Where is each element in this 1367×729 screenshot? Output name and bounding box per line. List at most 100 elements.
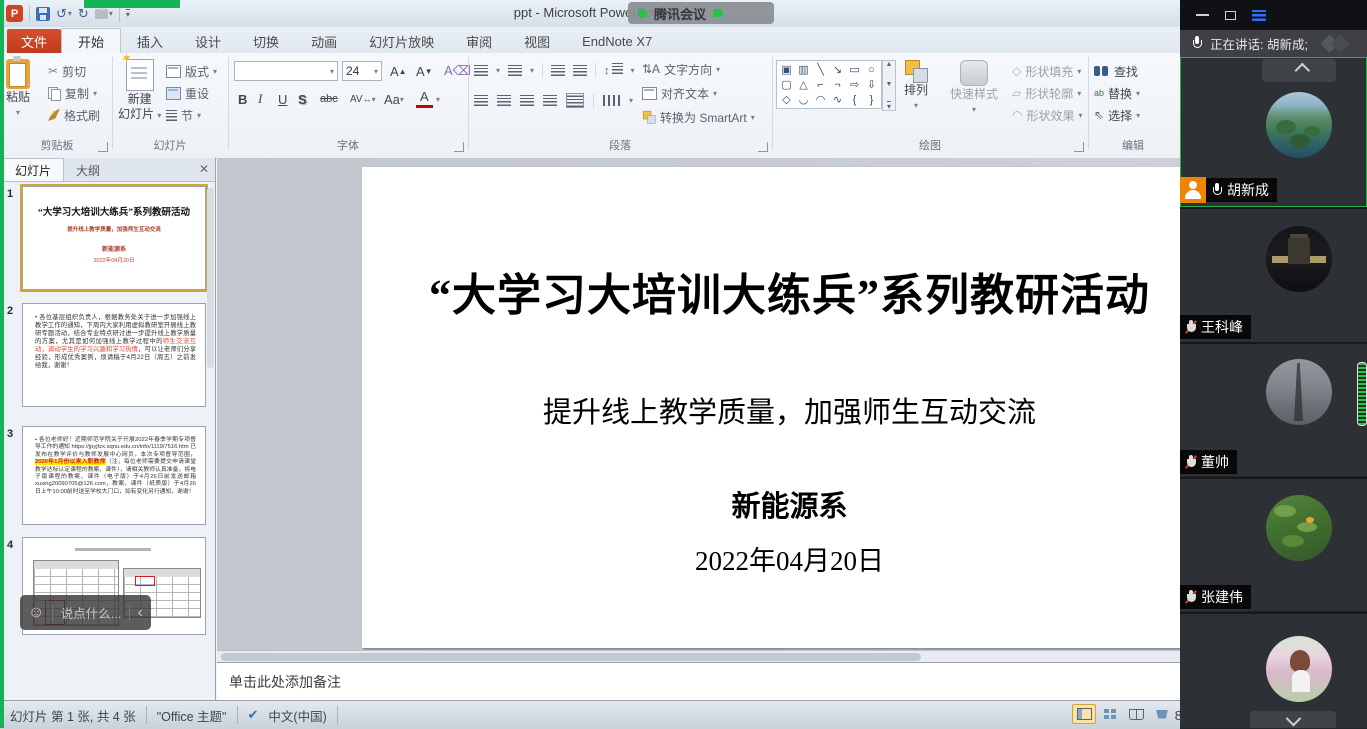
shape-effects-button[interactable]: ◠形状效果▾ xyxy=(1012,105,1083,125)
shape-cell[interactable]: ○ xyxy=(863,62,880,77)
dialog-launcher[interactable] xyxy=(454,142,464,152)
dialog-launcher[interactable] xyxy=(98,142,108,152)
slide-thumbnail-3[interactable]: • 各位老师好！近期师范学院关于开展2022年春季学期专项督导工作的通知 htt… xyxy=(22,426,206,525)
tab-review[interactable]: 审阅 xyxy=(450,29,508,53)
participant-tile[interactable]: 胡新成 xyxy=(1180,57,1367,207)
columns-button[interactable] xyxy=(603,95,620,106)
panel-scrollbar[interactable] xyxy=(207,188,214,368)
reset-button[interactable]: 重设 xyxy=(166,83,209,103)
slide-thumbnail-2[interactable]: • 各位基层组织负责人，根据教务处关于进一步加强线上教学工作的通知，下周内大家利… xyxy=(22,303,206,407)
slide-thumbnail-1[interactable]: “大学习大培训大练兵”系列教研活动 提升线上教学质量，加强师生互动交流 新能源系… xyxy=(22,186,206,290)
panel-scrollbar-thumb[interactable] xyxy=(1357,362,1367,426)
shrink-font-button[interactable]: A▼ xyxy=(412,61,437,81)
slide-sorter-button[interactable] xyxy=(1098,704,1122,724)
save-button[interactable] xyxy=(36,7,50,21)
dialog-launcher[interactable] xyxy=(1074,142,1084,152)
tab-endnote[interactable]: EndNote X7 xyxy=(566,29,668,53)
bold-button[interactable]: B xyxy=(234,89,251,109)
grow-font-button[interactable]: A▲ xyxy=(386,61,411,81)
align-left-button[interactable] xyxy=(474,95,488,106)
cut-button[interactable]: ✂剪切 xyxy=(48,61,86,81)
align-center-button[interactable] xyxy=(497,95,511,106)
shape-fill-button[interactable]: ◇形状填充▾ xyxy=(1012,61,1081,81)
tab-transitions[interactable]: 切换 xyxy=(237,29,295,53)
font-size-combobox[interactable]: 24▾ xyxy=(342,61,382,81)
close-icon[interactable]: ✕ xyxy=(199,162,209,176)
format-painter-button[interactable]: 格式刷 xyxy=(48,105,100,125)
participant-tile[interactable]: 董帅 xyxy=(1180,344,1367,476)
convert-smartart-button[interactable]: 转换为 SmartArt▾ xyxy=(642,107,755,127)
shape-cell[interactable]: } xyxy=(863,92,880,107)
meeting-chat-overlay[interactable]: ☺ 说点什么... ‹ xyxy=(20,595,151,630)
replace-button[interactable]: ab替换▾ xyxy=(1094,83,1140,103)
gallery-scroll[interactable]: ▲▼▾ xyxy=(882,60,896,111)
customize-qat-button[interactable]: ▾ xyxy=(126,9,130,18)
text-direction-button[interactable]: ⇅A 文字方向▾ xyxy=(642,59,720,79)
shapes-gallery[interactable]: ▣ ▥ ╲ ↘ ▭ ○ ▢ △ ⌐ ¬ ⇨ ⇩ ◇ ◡ ◠ ∿ { } xyxy=(776,60,882,109)
scrollbar-thumb[interactable] xyxy=(221,653,921,661)
theme-name[interactable]: "Office 主题" xyxy=(157,706,227,725)
section-button[interactable]: 节▾ xyxy=(166,105,201,125)
distribute-button[interactable] xyxy=(566,93,584,108)
shape-outline-button[interactable]: ▱形状轮廓▾ xyxy=(1012,83,1081,103)
align-text-button[interactable]: 对齐文本▾ xyxy=(642,83,717,103)
shape-cell[interactable]: ⇩ xyxy=(863,77,880,92)
shape-cell[interactable]: ╲ xyxy=(812,62,829,77)
line-spacing-button[interactable]: ↕ xyxy=(604,63,623,77)
tab-home[interactable]: 开始 xyxy=(61,28,121,53)
character-spacing-button[interactable]: AV↔▾ xyxy=(346,89,380,109)
justify-button[interactable] xyxy=(543,95,557,106)
minimize-icon[interactable] xyxy=(1196,14,1209,16)
align-right-button[interactable] xyxy=(520,95,534,106)
participant-tile[interactable] xyxy=(1180,614,1367,728)
arrange-button[interactable]: 排列▾ xyxy=(904,60,928,112)
copy-button[interactable]: 复制▾ xyxy=(48,83,97,103)
shape-cell[interactable]: ⌐ xyxy=(812,77,829,92)
bullets-button[interactable] xyxy=(474,65,488,76)
print-preview-button[interactable]: ▾ xyxy=(95,9,113,19)
scroll-down-button[interactable] xyxy=(1250,711,1336,728)
maximize-icon[interactable] xyxy=(1225,11,1236,20)
shape-cell[interactable]: ◠ xyxy=(812,92,829,107)
text-shadow-button[interactable]: S xyxy=(294,89,311,109)
quick-styles-button[interactable]: 快速样式▾ xyxy=(950,60,998,116)
shape-cell[interactable]: ∿ xyxy=(829,92,846,107)
shape-cell[interactable]: ▣ xyxy=(778,62,795,77)
normal-view-button[interactable] xyxy=(1072,704,1096,724)
layout-switch-icon[interactable] xyxy=(1252,10,1266,21)
find-button[interactable]: 查找 xyxy=(1094,61,1138,81)
spellcheck-icon[interactable]: ✔ xyxy=(248,707,259,723)
collapse-chat-icon[interactable]: ‹ xyxy=(138,604,143,622)
shape-cell[interactable]: ⇨ xyxy=(846,77,863,92)
strikethrough-button[interactable]: abc xyxy=(316,89,342,109)
layout-button[interactable]: 版式▾ xyxy=(166,61,217,81)
shape-cell[interactable]: ▥ xyxy=(795,62,812,77)
tencent-meeting-floating-bar[interactable]: 腾讯会议 xyxy=(628,2,774,24)
decrease-indent-button[interactable] xyxy=(551,65,565,76)
emoji-icon[interactable]: ☺ xyxy=(28,605,44,621)
tab-slideshow[interactable]: 幻灯片放映 xyxy=(353,29,450,53)
slide-canvas[interactable]: “大学习大培训大练兵”系列教研活动 提升线上教学质量，加强师生互动交流 新能源系… xyxy=(362,167,1180,648)
select-button[interactable]: ⇖选择▾ xyxy=(1094,105,1140,125)
paste-button[interactable]: 粘贴▾ xyxy=(6,59,30,119)
participant-tile[interactable]: 张建伟 xyxy=(1180,479,1367,611)
slideshow-button[interactable] xyxy=(1150,704,1174,724)
tab-outline[interactable]: 大纲 xyxy=(64,159,112,181)
powerpoint-app-icon[interactable]: P xyxy=(6,5,23,22)
new-slide-button[interactable]: 新建 幻灯片 ▾ xyxy=(118,59,161,122)
shape-cell[interactable]: { xyxy=(846,92,863,107)
font-color-button[interactable]: A xyxy=(416,89,433,108)
font-name-combobox[interactable]: ▾ xyxy=(234,61,338,81)
shape-cell[interactable]: ↘ xyxy=(829,62,846,77)
change-case-button[interactable]: Aa▾ xyxy=(380,89,408,109)
italic-button[interactable]: I xyxy=(254,89,266,109)
tab-animations[interactable]: 动画 xyxy=(295,29,353,53)
shape-cell[interactable]: ▢ xyxy=(778,77,795,92)
undo-button[interactable]: ↺▾ xyxy=(56,6,72,22)
scroll-up-button[interactable] xyxy=(1262,59,1336,82)
reading-view-button[interactable] xyxy=(1124,704,1148,724)
tab-file[interactable]: 文件 xyxy=(7,29,61,53)
slide-editor[interactable]: “大学习大培训大练兵”系列教研活动 提升线上教学质量，加强师生互动交流 新能源系… xyxy=(217,158,1180,650)
tab-view[interactable]: 视图 xyxy=(508,29,566,53)
increase-indent-button[interactable] xyxy=(573,65,587,76)
